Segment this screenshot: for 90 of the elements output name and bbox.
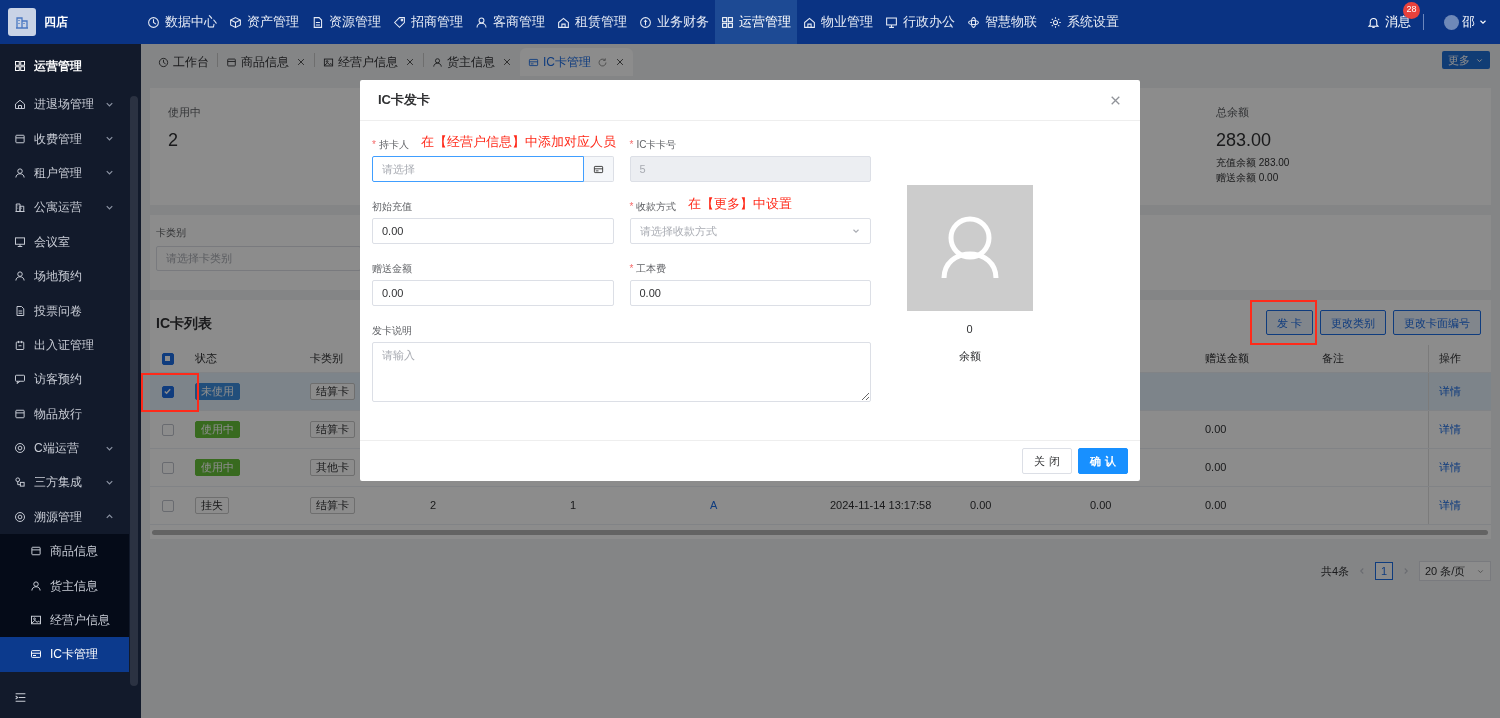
nav-item[interactable]: 智慧物联	[961, 0, 1043, 44]
field-label: 收款方式	[636, 200, 677, 214]
card-type-tag: 结算卡	[310, 421, 355, 438]
required-mark: *	[629, 200, 634, 214]
table-cell-text: 0.00	[970, 498, 992, 514]
brand-name: 四店	[44, 14, 69, 31]
card-type-tag: 结算卡	[310, 497, 355, 514]
annotation-note: 在【经营户信息】中添加对应人员	[420, 134, 616, 150]
sidebar-item[interactable]: 访客预约	[0, 362, 129, 397]
sidebar-item[interactable]: 租户管理	[0, 155, 129, 191]
column-header: 操作	[1439, 351, 1461, 367]
sidebar-item[interactable]: 场地预约	[0, 258, 129, 294]
card-type-tag: 结算卡	[310, 383, 355, 400]
sidebar-item[interactable]: 出入证管理	[0, 327, 129, 363]
column-header: 备注	[1322, 351, 1344, 367]
status-tag: 使用中	[195, 421, 240, 438]
page-tab[interactable]: 经营户信息	[315, 48, 423, 76]
sidebar-subitem[interactable]: 经营户信息	[0, 602, 129, 638]
nav-item[interactable]: 资产管理	[223, 0, 305, 44]
sidebar-item[interactable]: 收费管理	[0, 121, 129, 156]
status-tag: 挂失	[195, 497, 229, 514]
user-menu[interactable]: 邵	[1444, 12, 1488, 32]
nav-item[interactable]: 招商管理	[387, 0, 469, 44]
sidebar-subitem[interactable]: 商品信息	[0, 534, 129, 569]
table-cell-text: 0.00	[1090, 498, 1112, 514]
table-cell-text: 1	[570, 498, 577, 514]
field-label: 工本费	[636, 262, 667, 276]
nav-item[interactable]: 数据中心	[141, 0, 223, 44]
required-mark: *	[629, 138, 634, 152]
table-cell-text: 2024-11-14 13:17:58	[830, 498, 932, 514]
status-tag: 使用中	[195, 459, 240, 476]
stat-value: 2	[168, 128, 178, 152]
table-title: IC卡列表	[156, 314, 212, 331]
input-field[interactable]: 0.00	[372, 218, 614, 244]
stat-value: 283.00	[1216, 128, 1272, 152]
field-label: 发卡说明	[372, 324, 412, 338]
required-mark: *	[372, 138, 376, 152]
sidebar-item[interactable]: 公寓运营	[0, 190, 129, 225]
filter-label: 卡类别	[156, 226, 186, 240]
nav-item[interactable]: 系统设置	[1043, 0, 1125, 44]
table-row[interactable]: 挂失 结算卡 2 1 A 2024-11-14 13:17:58 0.00 0.00 0.00 详情	[150, 487, 1491, 525]
close-button[interactable]: 关 闭	[1022, 448, 1072, 474]
sidebar-item[interactable]: 投票问卷	[0, 293, 129, 328]
table-cell-text: 0.00	[1205, 422, 1227, 438]
field-label: 赠送金额	[372, 262, 412, 276]
input-field[interactable]: 0.00	[629, 280, 871, 306]
page-tab[interactable]: 货主信息	[424, 48, 520, 76]
page-size-select[interactable]: 20 条/页	[1419, 561, 1491, 581]
column-header: 卡类别	[310, 351, 343, 367]
stat-label: 使用中	[168, 105, 201, 120]
textarea-field[interactable]: 请输入	[372, 342, 871, 402]
nav-item[interactable]: 资源管理	[305, 0, 387, 44]
sidebar-subitem[interactable]: 货主信息	[0, 568, 129, 603]
stat-label: 总余额	[1216, 105, 1249, 120]
table-cell-text: 0.00	[1205, 498, 1227, 514]
field-label: 持卡人	[378, 138, 409, 152]
page-tab[interactable]: 商品信息	[218, 48, 314, 76]
nav-item[interactable]: 物业管理	[797, 0, 879, 44]
balance-label: 余额	[958, 348, 981, 364]
nav-item[interactable]: 业务财务	[633, 0, 715, 44]
column-header: 状态	[195, 351, 217, 367]
nav-item[interactable]: 运营管理	[715, 0, 797, 44]
sidebar-title: 运营管理	[34, 57, 82, 75]
stat-detail: 赠送余额 0.00	[1216, 170, 1279, 184]
total-count: 共4条	[1320, 563, 1349, 579]
balance-value: 0	[966, 322, 973, 337]
table-cell-text: 2	[430, 498, 437, 514]
input-field[interactable]: 0.00	[372, 280, 614, 306]
sidebar-item[interactable]: C端运营	[0, 430, 129, 466]
sidebar-subitem[interactable]: IC卡管理	[0, 637, 129, 672]
status-tag: 未使用	[195, 383, 240, 400]
sidebar-item[interactable]: 溯源管理	[0, 499, 129, 535]
nav-item[interactable]: 行政办公	[879, 0, 961, 44]
column-header: 赠送金额	[1205, 351, 1249, 367]
dialog-title: IC卡发卡	[378, 91, 431, 110]
sidebar-item[interactable]: 会议室	[0, 224, 129, 259]
nav-item[interactable]: 客商管理	[469, 0, 551, 44]
stat-detail: 充值余额 283.00	[1216, 155, 1290, 169]
field-label: 初始充值	[372, 200, 412, 214]
sidebar-item[interactable]: 进退场管理	[0, 87, 129, 122]
card-type-tag: 其他卡	[310, 459, 355, 476]
annotation-note: 在【更多】中设置	[688, 196, 793, 212]
sidebar-item[interactable]: 三方集成	[0, 465, 129, 500]
page-tab[interactable]: 工作台	[150, 48, 217, 76]
sidebar-item[interactable]: 物品放行	[0, 396, 129, 431]
nav-item[interactable]: 租赁管理	[551, 0, 633, 44]
table-cell-text: 0.00	[1205, 460, 1227, 476]
required-mark: *	[629, 262, 634, 276]
field-label: IC卡卡号	[636, 138, 677, 152]
cardholder-field[interactable]: 请选择	[372, 156, 584, 182]
